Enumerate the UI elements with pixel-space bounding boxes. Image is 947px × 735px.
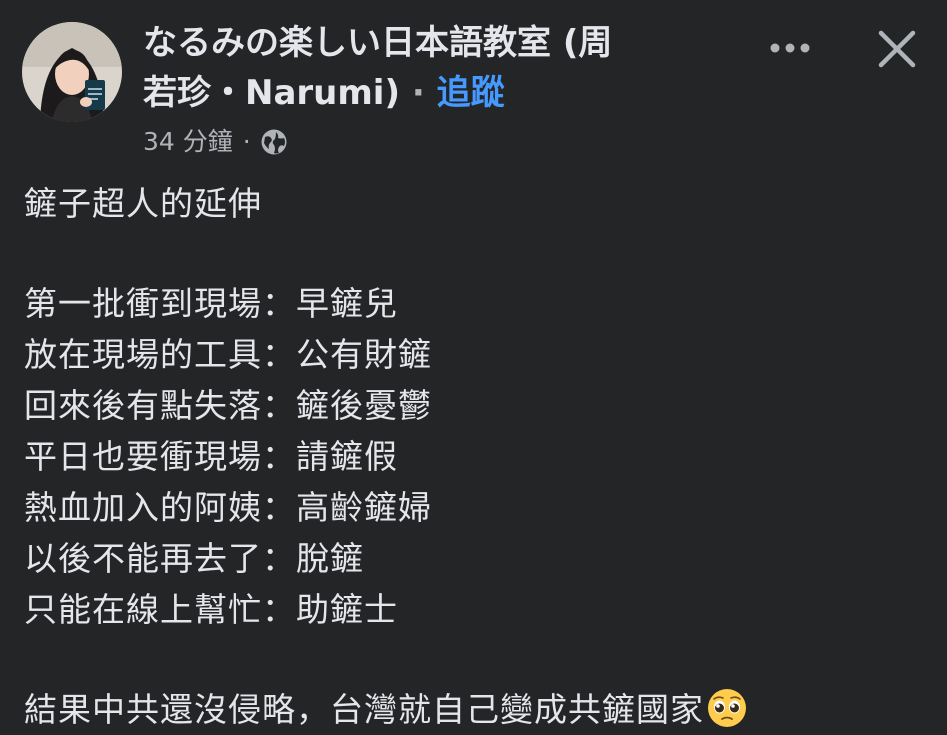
author-name-line1: なるみの楽しい日本語教室 (周 [143,23,613,63]
post-line: 只能在線上幫忙：助鏟士 [24,590,398,629]
more-options-icon[interactable] [768,38,812,58]
avatar-photo [22,22,122,122]
post-header: なるみの楽しい日本語教室 (周 若珍・Narumi) · 追蹤 34 分鐘 · [0,0,947,170]
post-body: 鏟子超人的延伸 第一批衝到現場：早鏟兒 放在現場的工具：公有財鏟 回來後有點失落… [24,178,924,735]
post-title: 鏟子超人的延伸 [24,184,262,223]
post-closing-line: 結果中共還沒侵略，台灣就自己變成共鏟國家 [24,684,924,735]
globe-icon[interactable] [259,127,289,157]
pleading-face-icon [708,689,746,727]
post-meta: 34 分鐘 · [143,122,289,162]
follow-separator: · [411,73,425,113]
post-line: 回來後有點失落：鏟後憂鬱 [24,386,432,425]
post-line: 放在現場的工具：公有財鏟 [24,335,432,374]
author-name-line2: 若珍・Narumi) [143,73,400,113]
follow-button[interactable]: 追蹤 [437,73,505,113]
post-closing-text: 結果中共還沒侵略，台灣就自己變成共鏟國家 [24,690,704,729]
meta-separator: · [242,127,251,156]
close-icon[interactable] [876,28,918,70]
author-name[interactable]: なるみの楽しい日本語教室 (周 若珍・Narumi) [143,23,612,113]
avatar[interactable] [22,22,122,122]
post-line: 熱血加入的阿姨：高齡鏟婦 [24,488,432,527]
author-block: なるみの楽しい日本語教室 (周 若珍・Narumi) · 追蹤 [143,18,753,118]
post-line: 第一批衝到現場：早鏟兒 [24,284,398,323]
timestamp-link[interactable]: 34 分鐘 [143,122,233,162]
post-line: 平日也要衝現場：請鏟假 [24,437,398,476]
post-line: 以後不能再去了：脫鏟 [24,539,364,578]
